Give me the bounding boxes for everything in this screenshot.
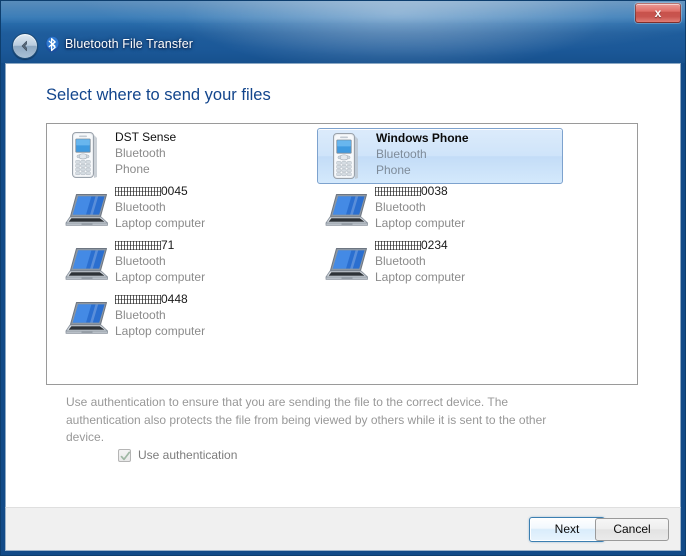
device-name-masked: I3TWCN	[375, 237, 421, 253]
device-kind: Laptop computer	[375, 270, 466, 284]
bluetooth-icon	[45, 36, 60, 53]
device-name: I3TWCN0038	[375, 183, 557, 199]
checkmark-icon	[120, 451, 131, 460]
close-button[interactable]: x	[635, 3, 681, 23]
device-name-suffix: 0045	[161, 184, 188, 198]
laptop-icon	[65, 248, 108, 280]
client-area: Select where to send your files DST Sens…	[5, 63, 681, 507]
device-kind: Laptop computer	[115, 216, 206, 230]
laptop-icon	[325, 194, 368, 226]
use-authentication-row[interactable]: Use authentication	[118, 448, 237, 462]
device-name-suffix: 71	[161, 238, 175, 252]
device-item[interactable]: I3TWCN0045BluetoothLaptop computer	[57, 182, 303, 238]
device-item[interactable]: I3TWCN0038BluetoothLaptop computer	[317, 182, 563, 238]
next-button[interactable]: Next	[529, 517, 605, 542]
device-transport: Bluetooth	[115, 146, 166, 160]
device-text: I3TWCN0448BluetoothLaptop computer	[115, 291, 297, 339]
use-authentication-checkbox[interactable]	[118, 448, 131, 462]
device-transport: Bluetooth	[115, 200, 166, 214]
device-name-masked: I3TWCN	[115, 291, 161, 307]
device-item[interactable]: Windows Phone Bluetooth Phone	[317, 128, 563, 184]
device-item[interactable]: DST Sense Bluetooth Phone	[57, 128, 303, 184]
bluetooth-file-transfer-window: x Bluetooth File Transfer Select where t…	[0, 0, 686, 556]
phone-icon	[72, 132, 97, 178]
device-name-suffix: 0448	[161, 292, 188, 306]
device-kind: Laptop computer	[115, 270, 206, 284]
laptop-icon	[65, 302, 108, 334]
phone-icon	[63, 130, 111, 180]
device-text: I3TWCN0038BluetoothLaptop computer	[375, 183, 557, 231]
device-transport: Bluetooth	[375, 254, 426, 268]
authentication-note: Use authentication to ensure that you ar…	[66, 395, 547, 444]
device-name: I3TWCN0045	[115, 183, 297, 199]
device-transport: Bluetooth	[115, 254, 166, 268]
device-kind: Laptop computer	[375, 216, 466, 230]
title-bar: x Bluetooth File Transfer	[1, 1, 685, 63]
device-item[interactable]: I3TWCN0234BluetoothLaptop computer	[317, 236, 563, 292]
laptop-icon	[65, 194, 108, 226]
device-name: I3TWCN0448	[115, 291, 297, 307]
dialog-footer: Next Cancel	[5, 507, 681, 551]
device-name-masked: I3TWCN	[115, 183, 161, 199]
device-transport: Bluetooth	[115, 308, 166, 322]
device-transport: Bluetooth	[375, 200, 426, 214]
device-name: I3TWCN0234	[375, 237, 557, 253]
device-name-suffix: 0038	[421, 184, 448, 198]
device-grid: DST Sense Bluetooth Phone Windows Phone Blue…	[47, 124, 637, 384]
device-name-masked: I3TWCN	[375, 183, 421, 199]
phone-icon	[324, 131, 372, 181]
laptop-icon	[63, 184, 111, 234]
phone-icon	[333, 133, 358, 179]
laptop-icon	[63, 292, 111, 342]
back-button[interactable]	[12, 33, 38, 59]
device-kind: Phone	[115, 162, 150, 176]
device-name: I3TWCN71	[115, 237, 297, 253]
device-list-box[interactable]: DST Sense Bluetooth Phone Windows Phone Blue…	[46, 123, 638, 385]
device-name-masked: I3TWCN	[115, 237, 161, 253]
device-text: I3TWCN0045BluetoothLaptop computer	[115, 183, 297, 231]
device-transport: Bluetooth	[376, 147, 427, 161]
laptop-icon	[325, 248, 368, 280]
cancel-button[interactable]: Cancel	[595, 518, 669, 541]
device-kind: Laptop computer	[115, 324, 206, 338]
device-name: Windows Phone	[376, 131, 469, 145]
device-name: DST Sense	[115, 130, 177, 144]
device-text: I3TWCN71BluetoothLaptop computer	[115, 237, 297, 285]
use-authentication-label: Use authentication	[138, 448, 238, 462]
laptop-icon	[323, 184, 371, 234]
device-text: I3TWCN0234BluetoothLaptop computer	[375, 237, 557, 285]
device-item[interactable]: I3TWCN0448BluetoothLaptop computer	[57, 290, 303, 346]
title-bar-glow	[181, 1, 611, 63]
device-text: DST Sense Bluetooth Phone	[115, 129, 297, 177]
laptop-icon	[63, 238, 111, 288]
device-item[interactable]: I3TWCN71BluetoothLaptop computer	[57, 236, 303, 292]
device-name-suffix: 0234	[421, 238, 448, 252]
page-title: Select where to send your files	[46, 86, 271, 104]
device-text: Windows Phone Bluetooth Phone	[376, 130, 558, 178]
device-kind: Phone	[376, 163, 411, 177]
window-title: Bluetooth File Transfer	[65, 37, 194, 51]
laptop-icon	[323, 238, 371, 288]
back-arrow-icon	[21, 40, 27, 52]
